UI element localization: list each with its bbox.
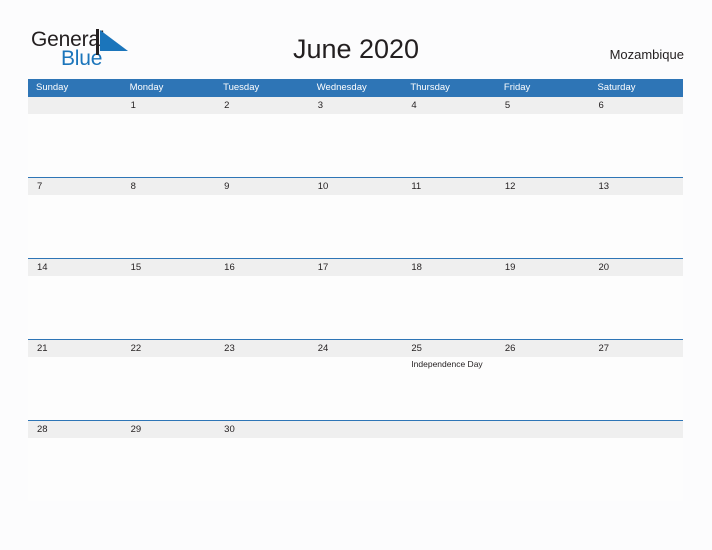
weekday-header-saturday: Saturday	[597, 82, 636, 93]
day-cell[interactable]	[589, 421, 683, 501]
day-number: 23	[224, 343, 235, 354]
day-cell[interactable]: 15	[122, 259, 216, 339]
day-number: 21	[37, 343, 48, 354]
day-number: 11	[411, 181, 422, 192]
day-cell[interactable]: 23	[215, 340, 309, 420]
day-number: 4	[411, 100, 417, 111]
day-number: 5	[504, 100, 511, 111]
day-number: 18	[411, 262, 422, 273]
day-cell[interactable]: 13	[589, 178, 683, 258]
day-cell[interactable]	[402, 421, 496, 501]
day-cell-holiday[interactable]: 25 Independence Day	[402, 340, 496, 420]
day-cell[interactable]: 14	[28, 259, 122, 339]
day-cell[interactable]: 29	[122, 421, 216, 501]
day-cell[interactable]: 22	[122, 340, 216, 420]
page-title: June 2020	[292, 34, 420, 64]
day-number: 28	[37, 424, 48, 435]
day-number: 10	[317, 181, 329, 192]
day-cell[interactable]: 19	[496, 259, 590, 339]
day-cell[interactable]: 5	[496, 97, 590, 177]
weekday-header-monday: Monday	[129, 82, 164, 93]
day-number: 27	[598, 343, 610, 354]
day-cell[interactable]: 6	[589, 97, 683, 177]
day-number: 17	[317, 262, 329, 273]
day-number: 2	[224, 100, 230, 111]
day-number: 13	[598, 181, 610, 192]
day-number: 22	[130, 343, 142, 354]
weekday-header-wednesday: Wednesday	[316, 82, 367, 93]
day-number: 25	[411, 343, 422, 354]
day-cell[interactable]: 9	[215, 178, 309, 258]
country-label: Mozambique	[609, 47, 684, 62]
calendar-grid: Sunday Monday Tuesday Wednesday Thursday…	[28, 79, 683, 501]
weekday-header-row: Sunday Monday Tuesday Wednesday Thursday…	[28, 79, 683, 96]
day-cell[interactable]	[28, 97, 122, 177]
day-cell[interactable]: 24	[309, 340, 403, 420]
day-number: 1	[130, 100, 136, 111]
day-number: 6	[598, 100, 604, 111]
day-cell[interactable]: 3	[309, 97, 403, 177]
day-cell[interactable]: 26	[496, 340, 590, 420]
day-cell[interactable]: 21	[28, 340, 122, 420]
day-number: 20	[598, 262, 610, 273]
day-number: 9	[224, 181, 230, 192]
day-number: 8	[130, 181, 136, 192]
day-cell[interactable]: 8	[122, 178, 216, 258]
day-number: 30	[224, 424, 235, 435]
calendar-week-row: 1 2 3 4 5 6	[28, 96, 683, 177]
weekday-header-friday: Friday	[503, 82, 531, 93]
day-cell[interactable]: 16	[215, 259, 309, 339]
page-header: General Blue June 2020 Mozambique	[0, 0, 712, 76]
day-cell[interactable]: 11	[402, 178, 496, 258]
day-cell[interactable]: 2	[215, 97, 309, 177]
day-number: 15	[130, 262, 142, 273]
calendar-week-row: 21 22 23 24 25 Independence Day 26 27	[28, 339, 683, 420]
day-cell[interactable]: 4	[402, 97, 496, 177]
day-cell[interactable]: 30	[215, 421, 309, 501]
day-cell[interactable]	[496, 421, 590, 501]
day-cell[interactable]: 12	[496, 178, 590, 258]
day-cell[interactable]: 28	[28, 421, 122, 501]
day-number: 12	[504, 181, 516, 192]
weekday-header-thursday: Thursday	[410, 82, 450, 93]
calendar-week-row: 28 29 30	[28, 420, 683, 501]
day-number: 19	[504, 262, 516, 273]
calendar-page: General Blue June 2020 Mozambique Sunday…	[0, 0, 712, 550]
day-number: 24	[317, 343, 329, 354]
calendar-week-row: 14 15 16 17 18 19 20	[28, 258, 683, 339]
day-cell[interactable]: 10	[309, 178, 403, 258]
day-cell[interactable]: 1	[122, 97, 216, 177]
day-cell[interactable]: 7	[28, 178, 122, 258]
day-number: 16	[224, 262, 235, 273]
day-cell[interactable]: 20	[589, 259, 683, 339]
day-event-independence-day: Independence Day	[411, 359, 483, 369]
day-number: 29	[130, 424, 142, 435]
day-cell[interactable]: 27	[589, 340, 683, 420]
weekday-header-sunday: Sunday	[36, 82, 69, 93]
calendar-week-row: 7 8 9 10 11 12 13	[28, 177, 683, 258]
day-number: 7	[37, 181, 43, 192]
day-number: 14	[37, 262, 48, 273]
weekday-header-tuesday: Tuesday	[223, 82, 260, 93]
day-number: 26	[504, 343, 516, 354]
day-cell[interactable]	[309, 421, 403, 501]
day-number: 3	[317, 100, 324, 111]
day-cell[interactable]: 17	[309, 259, 403, 339]
day-cell[interactable]: 18	[402, 259, 496, 339]
